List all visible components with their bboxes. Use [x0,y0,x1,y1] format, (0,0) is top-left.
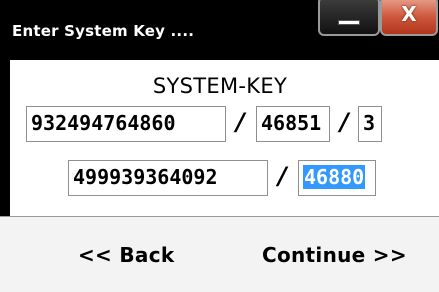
button-bar: << Back Continue >> [0,217,439,292]
key-field-4[interactable]: 499939364092 [68,160,268,196]
key-field-1[interactable]: 932494764860 [26,106,226,142]
selected-text: 46880 [303,165,366,189]
close-button[interactable]: X [380,0,438,36]
title-bar[interactable]: Enter System Key .... X [0,0,439,60]
key-field-2[interactable]: 46851 [256,106,330,142]
system-key-dialog: Enter System Key .... X SYSTEM-KEY 93249… [0,0,439,292]
key-field-5[interactable]: 46880 [298,160,376,196]
separator-2: / [340,108,349,136]
separator-1: / [236,108,245,136]
continue-button[interactable]: Continue >> [262,243,407,267]
separator-3: / [278,162,287,190]
back-button[interactable]: << Back [78,243,174,267]
minimize-icon [338,20,360,25]
close-icon: X [401,2,417,26]
system-key-label: SYSTEM-KEY [152,74,288,98]
dialog-content: SYSTEM-KEY 932494764860 / 46851 / 3 4999… [10,60,430,216]
window-title: Enter System Key .... [12,22,195,40]
minimize-button[interactable] [318,0,380,36]
key-field-3[interactable]: 3 [358,106,382,142]
